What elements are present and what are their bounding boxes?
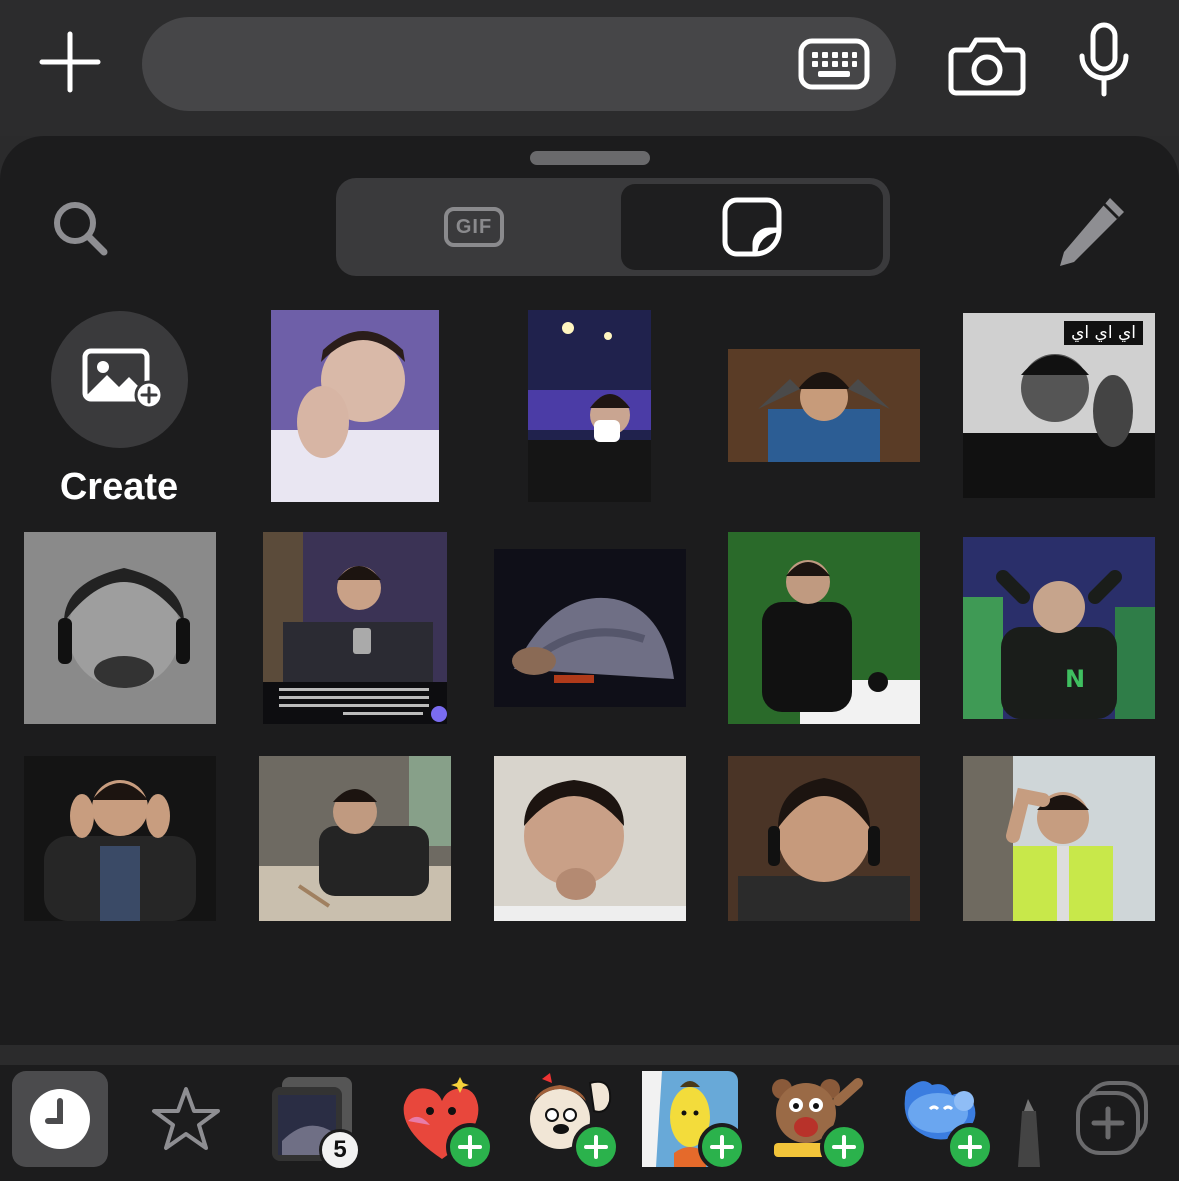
sticker-caption: اي اي اي <box>1064 321 1143 345</box>
sticker-item[interactable]: اي اي اي <box>963 313 1155 498</box>
composer-bar <box>0 0 1179 136</box>
add-attachment-button[interactable] <box>38 30 102 94</box>
camera-icon <box>948 37 1026 96</box>
sticker-item[interactable] <box>259 756 451 921</box>
tray-pack-red-heart[interactable] <box>394 1071 494 1171</box>
sticker-image <box>271 310 439 502</box>
sticker-item[interactable] <box>494 756 686 921</box>
plus-icon <box>39 31 101 93</box>
sticker-image <box>963 756 1155 921</box>
sticker-item[interactable] <box>728 756 920 921</box>
sticker-pack-tray: 5 <box>0 1065 1179 1181</box>
sticker-image <box>24 532 216 724</box>
star-icon <box>152 1087 220 1150</box>
create-sticker-button[interactable] <box>51 311 188 448</box>
add-pack-badge[interactable] <box>946 1123 994 1171</box>
clock-icon <box>30 1089 90 1149</box>
sticker-image <box>24 756 216 921</box>
tray-recent[interactable] <box>12 1071 108 1167</box>
add-pack-badge[interactable] <box>572 1123 620 1171</box>
plus-icon <box>710 1135 734 1159</box>
sticker-image <box>263 532 447 724</box>
add-pack-badge[interactable] <box>446 1123 494 1171</box>
sticker-image <box>728 349 920 462</box>
sticker-image <box>259 756 451 921</box>
sticker-image <box>528 310 651 502</box>
gif-sticker-toggle: GIF <box>336 178 890 276</box>
tray-pack-blue-cloud[interactable] <box>894 1071 994 1171</box>
sticker-item[interactable]: N <box>963 537 1155 719</box>
plus-icon <box>832 1135 856 1159</box>
add-pack-badge[interactable] <box>698 1123 746 1171</box>
tray-favorites[interactable] <box>138 1071 234 1167</box>
tray-pack-squirrel[interactable] <box>520 1071 620 1171</box>
keyboard-button[interactable] <box>798 38 870 90</box>
pack-thumbnail <box>1018 1099 1040 1167</box>
sticker-item[interactable] <box>263 532 447 724</box>
tray-pack-bear[interactable] <box>768 1071 868 1171</box>
add-pack-badge[interactable] <box>820 1123 868 1171</box>
sticker-item[interactable] <box>271 310 439 502</box>
tray-pack-partial[interactable] <box>1016 1071 1042 1167</box>
sticker-item[interactable] <box>728 349 920 462</box>
message-input[interactable] <box>142 17 896 111</box>
sheet-grabber[interactable] <box>530 151 650 165</box>
edit-button[interactable] <box>1052 192 1132 272</box>
sticker-icon <box>722 197 782 257</box>
keyboard-icon <box>798 38 870 90</box>
sticker-item[interactable] <box>494 549 686 707</box>
sticker-item[interactable] <box>963 756 1155 921</box>
sticker-panel: GIF Create اي اي اي N 5 <box>0 136 1179 1181</box>
pack-count-badge: 5 <box>319 1129 361 1171</box>
svg-text:N: N <box>1065 665 1085 693</box>
tray-add-pack[interactable] <box>1068 1071 1164 1167</box>
tab-gif[interactable]: GIF <box>336 178 612 276</box>
sticker-image <box>728 532 920 724</box>
plus-icon <box>584 1135 608 1159</box>
sticker-image: N <box>963 537 1155 719</box>
microphone-icon <box>1079 22 1129 97</box>
tray-my-pack[interactable]: 5 <box>268 1071 364 1171</box>
sticker-item[interactable] <box>528 310 651 502</box>
gif-icon: GIF <box>444 207 504 247</box>
add-stack-icon <box>1076 1081 1148 1155</box>
microphone-button[interactable] <box>1076 22 1132 98</box>
magnifier-icon <box>54 202 108 256</box>
camera-button[interactable] <box>948 34 1026 96</box>
sticker-item[interactable] <box>24 756 216 921</box>
plus-icon <box>458 1135 482 1159</box>
sticker-image <box>728 756 920 921</box>
tab-stickers[interactable] <box>621 184 883 270</box>
plus-icon <box>958 1135 982 1159</box>
sticker-item[interactable] <box>24 532 216 724</box>
pencil-icon <box>1060 198 1124 266</box>
sticker-item[interactable] <box>728 532 920 724</box>
create-label: Create <box>59 466 179 508</box>
search-button[interactable] <box>50 198 112 260</box>
sticker-image <box>494 756 686 921</box>
sticker-image <box>494 549 686 707</box>
add-photo-icon <box>82 348 163 409</box>
tray-pack-yellow-blob[interactable] <box>642 1071 746 1171</box>
